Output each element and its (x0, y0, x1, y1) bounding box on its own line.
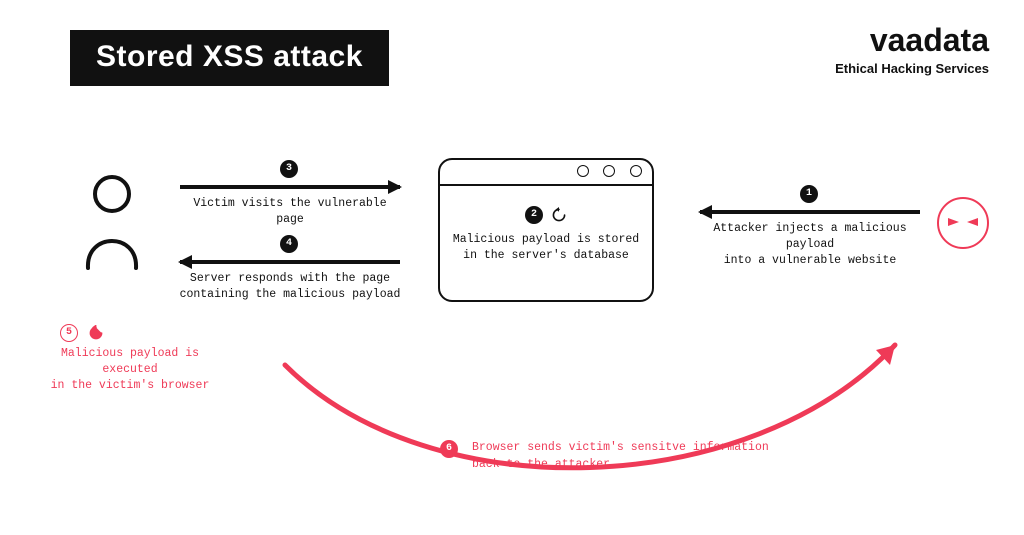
attacker-icon (936, 196, 990, 250)
step-number-1: 1 (800, 185, 818, 203)
payload-icon (551, 207, 567, 223)
step-3-label: Victim visits the vulnerable page (180, 196, 400, 228)
window-dot (603, 165, 615, 177)
step-number-2: 2 (525, 206, 543, 224)
step-6-marker: 6 Browser sends victim's sensitve inform… (440, 440, 769, 473)
arrow-step-1 (700, 210, 920, 214)
brand-wordmark: vaadata (835, 22, 989, 59)
victim-icon (80, 172, 144, 272)
window-dot (630, 165, 642, 177)
brand-tagline: Ethical Hacking Services (835, 61, 989, 76)
payload-icon (88, 325, 104, 341)
step-5-label: Malicious payload is executedin the vict… (30, 346, 230, 394)
step-number-4: 4 (280, 235, 298, 253)
arrow-step-4 (180, 260, 400, 264)
step-6-label: Browser sends victim's sensitve informat… (472, 440, 769, 473)
step-1-label: Attacker injects a malicious payloadinto… (690, 221, 930, 269)
window-titlebar (440, 160, 652, 186)
step-number-6: 6 (440, 440, 458, 458)
step-2-label: Malicious payload is storedin the server… (440, 232, 652, 263)
window-controls (572, 164, 642, 182)
step-number-5: 5 (60, 324, 78, 342)
step-5-marker: 5 (60, 324, 104, 342)
server-window: 2 Malicious payload is storedin the serv… (438, 158, 654, 302)
step-number-3: 3 (280, 160, 298, 178)
step-2-marker: 2 (440, 206, 652, 224)
arrow-step-3 (180, 185, 400, 189)
brand-logo: vaadata Ethical Hacking Services (835, 22, 989, 76)
step-4-label: Server responds with the pagecontaining … (170, 271, 410, 303)
page-title: Stored XSS attack (70, 30, 389, 86)
diagram-stage: Stored XSS attack vaadata Ethical Hackin… (0, 0, 1024, 535)
window-dot (577, 165, 589, 177)
